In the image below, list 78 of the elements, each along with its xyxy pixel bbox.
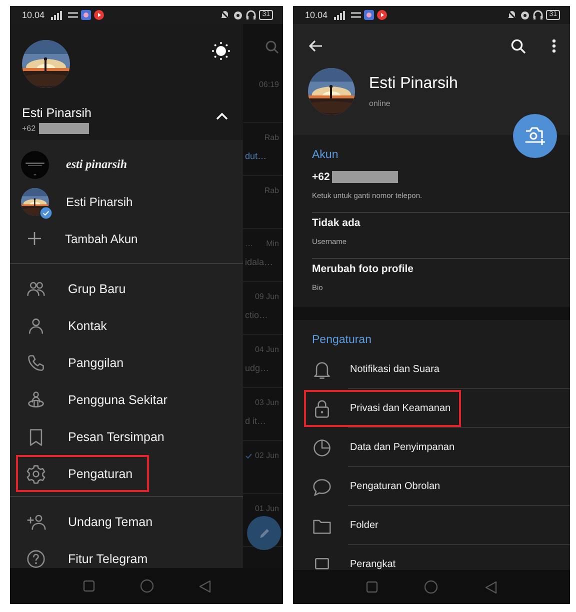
recents-icon[interactable]	[366, 581, 378, 593]
redaction-block	[332, 171, 398, 183]
headphones-icon	[246, 10, 256, 20]
chat-preview: idala…	[245, 257, 274, 267]
field-value[interactable]: +62	[312, 171, 330, 183]
chat-time: 03 Jun	[254, 398, 279, 407]
settings-icon	[26, 464, 46, 484]
menu-item[interactable]: Panggilan	[16, 344, 140, 381]
chevron-up-icon[interactable]	[216, 112, 228, 120]
chat-time: Rab	[264, 186, 279, 195]
plus-icon	[28, 232, 41, 245]
home-icon[interactable]	[140, 579, 154, 593]
section-title: Akun	[312, 148, 338, 163]
settings-item[interactable]: Perangkat	[304, 546, 406, 570]
add-account-item[interactable]: Tambah Akun	[10, 220, 243, 257]
field-value[interactable]: Tidak ada	[312, 217, 360, 229]
chat-time: 01 Jun	[254, 504, 279, 513]
home-icon[interactable]	[424, 580, 438, 594]
chat-time: 02 Jun	[254, 451, 279, 460]
person-icon	[26, 316, 46, 336]
headphones-icon	[533, 10, 544, 20]
back-icon[interactable]	[484, 580, 497, 594]
settings-item[interactable]: Pengaturan Obrolan	[304, 468, 450, 505]
back-icon[interactable]	[198, 580, 210, 592]
chat-time: 09 Jun	[254, 292, 279, 301]
recents-icon[interactable]	[82, 580, 94, 592]
chat-time: Rab	[264, 133, 279, 142]
chat-preview: dut…	[245, 151, 268, 161]
signal-icon	[50, 10, 65, 20]
theme-toggle-icon[interactable]	[212, 42, 230, 60]
menu-item[interactable]: Kontak	[16, 307, 123, 344]
chat-preview: ctio…	[245, 310, 270, 320]
menu-item[interactable]: Undang Teman	[16, 503, 169, 540]
chat-time: Min	[266, 239, 279, 248]
bell-icon	[312, 360, 332, 380]
bubble-icon	[312, 476, 332, 496]
menu-item[interactable]: Pengaturan	[16, 455, 149, 492]
chat-preview: d it…	[245, 416, 268, 426]
menu-item[interactable]: Pengguna Sekitar	[16, 381, 184, 418]
settings-item[interactable]: Notifikasi dan Suara	[304, 351, 450, 388]
settings-item[interactable]: Folder	[304, 507, 388, 544]
menu-item[interactable]: Grup Baru	[16, 270, 142, 307]
account-item[interactable]: esti pinarsih	[10, 146, 243, 183]
more-icon[interactable]	[552, 39, 556, 53]
profile-name: Esti Pinarsih	[22, 106, 92, 120]
chat-time: 06:19	[258, 80, 279, 89]
play-icon	[94, 10, 104, 20]
camera-add-icon	[524, 126, 546, 146]
chat-title: …	[245, 239, 253, 248]
lock-icon	[312, 398, 332, 418]
search-icon[interactable]	[511, 38, 526, 54]
menu-item[interactable]: Pesan Tersimpan	[16, 418, 180, 455]
settings-item[interactable]: Privasi dan Keamanan	[304, 390, 461, 427]
mute-icon	[220, 10, 230, 20]
online-status: online	[369, 99, 392, 108]
app-icon	[364, 10, 374, 20]
play-icon	[376, 10, 387, 20]
phone-number: +62	[22, 124, 36, 133]
pencil-icon	[258, 526, 270, 540]
mute-icon	[507, 10, 518, 20]
back-arrow-icon[interactable]	[309, 40, 323, 52]
menu-item[interactable]: Fitur Telegram	[16, 540, 164, 568]
status-time: 10.04	[305, 10, 328, 20]
app-icon	[80, 10, 91, 20]
compose-button[interactable]	[247, 516, 281, 550]
section-title: Pengaturan	[312, 333, 372, 348]
pie-icon	[312, 438, 332, 458]
status-time: 10.04	[22, 10, 45, 20]
signal-icon	[334, 10, 348, 20]
settings-item[interactable]: Data dan Penyimpanan	[304, 429, 465, 466]
field-value[interactable]: Merubah foto profile	[312, 263, 414, 275]
account-item[interactable]: Esti Pinarsih	[10, 183, 243, 220]
chat-time: 04 Jun	[254, 345, 279, 354]
help-icon	[26, 548, 46, 568]
phone-icon	[26, 352, 46, 372]
chat-preview: udg…	[245, 363, 270, 373]
nearby-icon	[26, 390, 46, 410]
profile-name: Esti Pinarsih	[369, 75, 458, 93]
